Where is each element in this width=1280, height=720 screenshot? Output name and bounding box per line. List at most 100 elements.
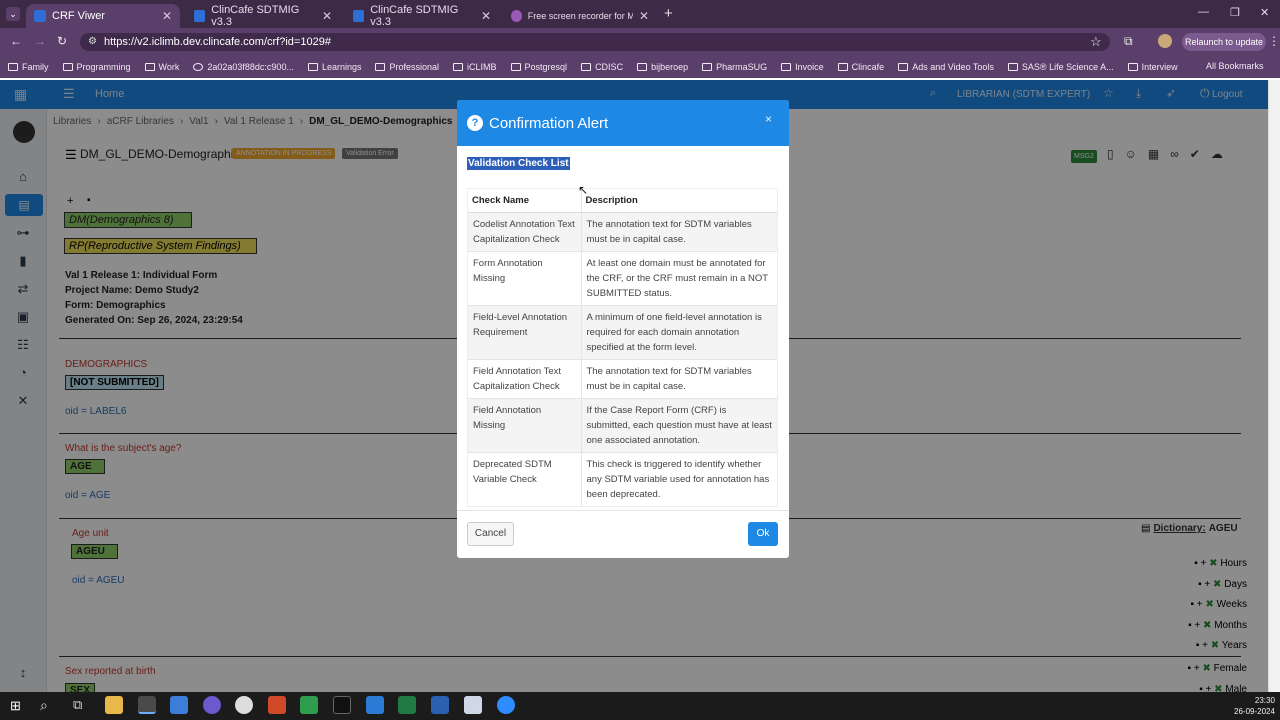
bookmark-item[interactable]: Interview <box>1127 62 1178 72</box>
question-icon: ? <box>467 115 483 131</box>
close-icon[interactable]: ✕ <box>639 9 649 23</box>
bookmark-label: iCLIMB <box>467 62 497 72</box>
table-row: Field-Level Annotation Requirement A mini… <box>468 305 777 360</box>
bookmark-item[interactable]: SAS® Life Science A... <box>1007 62 1114 72</box>
close-icon[interactable]: × <box>765 112 772 126</box>
tab-screen-recorder[interactable]: Free screen recorder for Mac a ✕ <box>503 4 657 28</box>
close-icon[interactable]: ✕ <box>162 9 172 23</box>
extensions-icon[interactable]: ⧉ <box>1124 34 1133 49</box>
folder-icon <box>307 63 318 71</box>
ok-button[interactable]: Ok <box>748 522 778 546</box>
app-icon <box>353 10 365 22</box>
bookmark-label: Ads and Video Tools <box>912 62 994 72</box>
relaunch-button[interactable]: Relaunch to update <box>1182 33 1266 51</box>
app-icon[interactable] <box>464 696 482 714</box>
close-icon[interactable]: ✕ <box>481 9 491 23</box>
bookmark-item[interactable]: Postgresql <box>510 62 568 72</box>
tab-label: Free screen recorder for Mac a <box>527 11 633 21</box>
app-icon[interactable] <box>235 696 253 714</box>
bookmark-label: Family <box>22 62 49 72</box>
task-view-icon[interactable]: ⧉ <box>73 697 82 713</box>
bookmark-label: Invoice <box>795 62 824 72</box>
validation-table: Check Name Description Codelist Annotatio… <box>467 188 778 507</box>
folder-icon <box>144 63 155 71</box>
scrollbar[interactable] <box>1268 80 1280 692</box>
bookmark-label: bijberoep <box>651 62 689 72</box>
tab-label: ClinCafe SDTMIG v3.3 <box>211 4 300 28</box>
minimize-icon[interactable]: — <box>1198 6 1209 18</box>
back-icon[interactable]: ← <box>10 34 22 48</box>
tab-search-icon[interactable]: ⌄ <box>6 7 20 21</box>
divider <box>457 510 789 511</box>
window-close-icon[interactable]: ✕ <box>1260 6 1269 19</box>
folder-icon <box>581 63 592 71</box>
site-info-icon[interactable]: ⚙ <box>88 36 97 47</box>
bookmark-item[interactable]: Invoice <box>781 62 824 72</box>
bookmark-item[interactable]: Clincafe <box>837 62 884 72</box>
bookmark-label: Learnings <box>321 62 362 72</box>
bookmark-item[interactable]: Work <box>144 62 180 72</box>
menu-icon[interactable]: ⋮ <box>1268 34 1280 48</box>
all-bookmarks[interactable]: All Bookmarks <box>1206 61 1264 71</box>
windows-start-icon[interactable]: ⊞ <box>10 698 21 714</box>
recorder-icon <box>511 10 522 22</box>
bookmark-item[interactable]: Learnings <box>307 62 362 72</box>
bookmark-label: Postgresql <box>524 62 568 72</box>
close-icon[interactable]: ✕ <box>322 9 332 23</box>
bookmark-label: 2a02a03f88dc:c900... <box>207 62 294 72</box>
powerpoint-icon[interactable] <box>268 696 286 714</box>
bookmark-item[interactable]: Ads and Video Tools <box>898 62 994 72</box>
bookmark-star-icon[interactable]: ☆ <box>1090 34 1102 50</box>
folder-icon <box>375 63 386 71</box>
app-icon[interactable] <box>170 696 188 714</box>
bookmarks-bar: Family Programming Work 2a02a03f88dc:c90… <box>0 56 1280 78</box>
forward-icon[interactable]: → <box>34 34 46 48</box>
bookmark-item[interactable]: iCLIMB <box>453 62 497 72</box>
folder-icon <box>637 63 648 71</box>
mouse-cursor-icon: ↖ <box>578 183 589 197</box>
word-icon[interactable] <box>431 696 449 714</box>
url-input[interactable]: https://v2.iclimb.dev.clincafe.com/crf?i… <box>80 33 1110 51</box>
folder-icon <box>702 63 713 71</box>
cancel-button[interactable]: Cancel <box>467 522 514 546</box>
reload-icon[interactable]: ↻ <box>57 34 67 48</box>
bookmark-label: PharmaSUG <box>716 62 768 72</box>
tab-clincafe-2[interactable]: ClinCafe SDTMIG v3.3 ✕ <box>345 4 499 28</box>
bookmark-label: Interview <box>1141 62 1178 72</box>
bookmark-item[interactable]: 2a02a03f88dc:c900... <box>193 62 294 72</box>
sas-icon <box>1007 63 1018 71</box>
app-icon[interactable] <box>203 696 221 714</box>
bookmark-item[interactable]: PharmaSUG <box>702 62 767 72</box>
maximize-icon[interactable]: ❐ <box>1230 6 1240 19</box>
tab-crf-viewer[interactable]: CRF Viwer ✕ <box>26 4 180 28</box>
clock[interactable]: 23:30 26-09-2024 <box>1234 695 1275 717</box>
folder-icon <box>510 63 521 71</box>
excel-icon[interactable] <box>398 696 416 714</box>
new-tab-icon[interactable]: + <box>664 5 673 22</box>
bookmark-item[interactable]: Programming <box>62 62 131 72</box>
bookmark-item[interactable]: CDISC <box>581 62 623 72</box>
profile-avatar[interactable] <box>1158 34 1172 48</box>
terminal-icon[interactable] <box>333 696 351 714</box>
chrome-icon[interactable] <box>138 696 156 714</box>
vscode-icon[interactable] <box>366 696 384 714</box>
folder-icon <box>1127 63 1138 71</box>
bookmark-item[interactable]: Professional <box>375 62 439 72</box>
tab-clincafe-1[interactable]: ClinCafe SDTMIG v3.3 ✕ <box>186 4 340 28</box>
folder-icon <box>781 63 792 71</box>
bookmark-label: CDISC <box>595 62 624 72</box>
search-icon[interactable]: ⌕ <box>40 697 48 714</box>
notepad-icon[interactable] <box>300 696 318 714</box>
bookmark-label: Programming <box>76 62 131 72</box>
file-explorer-icon[interactable] <box>105 696 123 714</box>
bookmark-label: Work <box>158 62 180 72</box>
zoom-icon[interactable] <box>497 696 515 714</box>
table-row: Codelist Annotation Text Capitalization … <box>468 212 777 252</box>
column-header: Description <box>581 189 777 213</box>
bookmark-item[interactable]: bijberoep <box>637 62 688 72</box>
folder-icon <box>453 63 464 71</box>
bookmark-label: Professional <box>389 62 440 72</box>
bookmark-item[interactable]: Family <box>8 62 49 72</box>
tab-label: CRF Viwer <box>52 10 105 22</box>
tab-label: ClinCafe SDTMIG v3.3 <box>370 4 459 28</box>
